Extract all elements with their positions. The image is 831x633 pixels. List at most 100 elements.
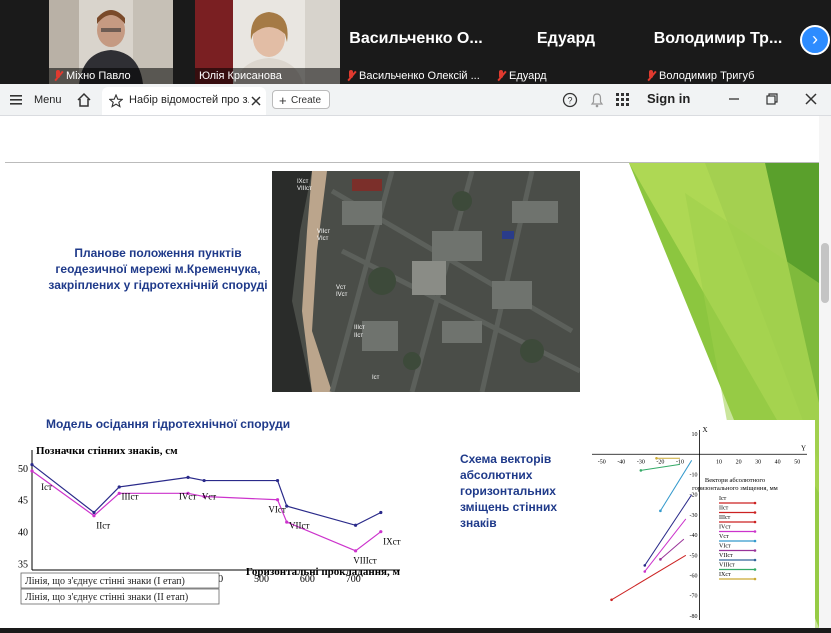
close-window-icon[interactable]	[805, 93, 817, 105]
legend-label: IIIст	[719, 515, 731, 521]
participant-tile-4[interactable]: Едуард Едуард	[492, 0, 640, 84]
y-tick-label: 40	[18, 528, 28, 539]
legend-swatch-point	[753, 520, 757, 524]
close-tab-icon[interactable]	[251, 96, 261, 106]
home-icon	[77, 92, 91, 107]
restore-icon[interactable]	[766, 93, 778, 105]
mic-muted-icon	[346, 70, 356, 82]
x-tick-label: 10	[716, 459, 722, 465]
menu-button[interactable]: Menu	[6, 89, 66, 111]
x-tick-label: 50	[794, 459, 800, 465]
x-tick-label: 40	[775, 459, 781, 465]
series-point	[92, 514, 96, 518]
participant-name-bar-1: Міхно Павло	[49, 68, 173, 84]
series-point	[285, 520, 289, 524]
help-icon[interactable]: ?	[562, 92, 578, 108]
x-tick-label: -50	[598, 459, 606, 465]
y-tick-label: 10	[692, 432, 698, 438]
point-label: IVст	[179, 492, 196, 502]
participant-name-bar-4: Едуард	[492, 68, 640, 84]
map-point-label: Iст	[372, 375, 380, 381]
vertical-scrollbar[interactable]	[819, 116, 831, 628]
map-point-label: VIIIст	[297, 186, 312, 192]
vector-line-1	[611, 554, 687, 601]
minimize-icon[interactable]	[728, 93, 740, 105]
vectors-chart-title: Вектори абсолютного	[705, 477, 765, 484]
y-tick-label: -40	[690, 533, 698, 539]
satellite-map: IXст VIIIст VIIст VIст Vст IVст IIIст II…	[272, 171, 580, 392]
y-tick-label: 45	[18, 496, 28, 507]
map-point-label: IVст	[336, 292, 348, 298]
sign-in-link[interactable]: Sign in	[647, 91, 690, 106]
vector-line-3	[660, 538, 685, 560]
menu-label: Menu	[34, 94, 62, 106]
series-point	[117, 491, 121, 495]
series-line-2	[31, 470, 382, 552]
participant-name-bar-5: Володимир Тригуб	[642, 68, 794, 84]
participant-tile-5[interactable]: Володимир Тр... Володимир Тригуб	[642, 0, 794, 84]
participant-name-bar-3: Васильченко Олексій ...	[342, 68, 490, 84]
legend-label: VIст	[719, 544, 731, 550]
next-participants-button[interactable]: ›	[800, 25, 830, 55]
vectors-chart-title: горизонтального зміщення, мм	[692, 485, 778, 492]
notification-bell-icon[interactable]	[590, 92, 604, 108]
vectors-title: Схема векторів абсолютних горизонтальних…	[460, 451, 570, 531]
legend-swatch-point	[753, 577, 757, 581]
participant-display-name: Володимир Тр...	[653, 30, 783, 47]
vectors-title-line: абсолютних	[460, 468, 533, 482]
mic-muted-icon	[53, 70, 63, 82]
y-tick-label: 35	[18, 560, 28, 571]
vector-end-point	[639, 469, 643, 472]
participant-display-name: Едуард	[536, 30, 596, 47]
series-point	[30, 469, 34, 473]
series-point	[117, 485, 121, 489]
point-label: VIIIст	[353, 556, 376, 566]
point-label: IIст	[96, 520, 110, 530]
scrollbar-thumb[interactable]	[821, 243, 829, 303]
participant-tile-3[interactable]: Васильченко О... Васильченко Олексій ...	[342, 0, 490, 84]
series-point	[379, 510, 383, 515]
vector-line-5	[640, 463, 681, 471]
y-tick-label: 50	[18, 464, 28, 475]
apps-grid-icon[interactable]	[616, 93, 630, 107]
map-point-label: IXст	[297, 179, 309, 185]
map-caption-line: Планове положення пунктів	[74, 246, 242, 260]
map-point-label: IIIст	[354, 325, 365, 331]
participant-name: Васильченко Олексій ...	[359, 70, 480, 82]
participant-tile-2[interactable]: Юлія Крисанова	[195, 0, 340, 84]
x-tick-label: -20	[656, 459, 664, 465]
vectors-title-line: Схема векторів	[460, 452, 552, 466]
participant-tile-1[interactable]: Міхно Павло	[49, 0, 173, 84]
legend-label: Vст	[719, 534, 729, 540]
series-point	[186, 475, 190, 479]
svg-text:?: ?	[567, 96, 572, 106]
legend-label: Лінія, що з'єднує стінні знаки (І етап)	[25, 576, 185, 587]
vector-line-2	[644, 518, 687, 572]
series-point	[275, 478, 280, 483]
legend-label: IVст	[719, 525, 731, 531]
browser-tab[interactable]: Набір відомостей про з...	[102, 87, 266, 115]
star-icon	[109, 94, 123, 108]
settlement-chart-svg: 35404550100200300400500600700Позначки ст…	[18, 445, 401, 605]
point-label: VIст	[268, 505, 285, 515]
legend-swatch-point	[753, 530, 757, 533]
home-button[interactable]	[75, 89, 93, 111]
map-point-label: VIст	[317, 236, 329, 242]
map-caption-line: геодезичної мережі м.Кременчука,	[55, 262, 261, 276]
series-point	[353, 523, 358, 527]
vectors-title-line: зміщень стінних	[460, 500, 558, 514]
displacement-vectors-chart: Y X -50 -40 -30 -20 -10 10 20 30 40 50 10 -10 -20 -30 -4…	[587, 420, 815, 628]
point-label: IXст	[383, 536, 400, 546]
vectors-chart-svg: YX-50 -40 -30 -20 -10 10 20 30 40 5010-10-20-30-4…	[592, 426, 807, 620]
series-point	[30, 462, 34, 467]
x-tick-label: -40	[617, 459, 625, 465]
legend-label: Iст	[719, 496, 727, 502]
create-button[interactable]: + Create	[272, 90, 330, 109]
chevron-right-icon: ›	[812, 29, 818, 49]
map-point-label: Vст	[336, 285, 346, 291]
y-axis-letter: Y	[801, 444, 806, 452]
map-caption: Планове положення пунктів геодезичної ме…	[46, 245, 270, 293]
vector-end-point	[610, 598, 613, 602]
legend-label: Лінія, що з'єднує стінні знаки (ІІ етап)	[25, 592, 188, 603]
participant-display-name: Васильченко О...	[349, 30, 483, 47]
